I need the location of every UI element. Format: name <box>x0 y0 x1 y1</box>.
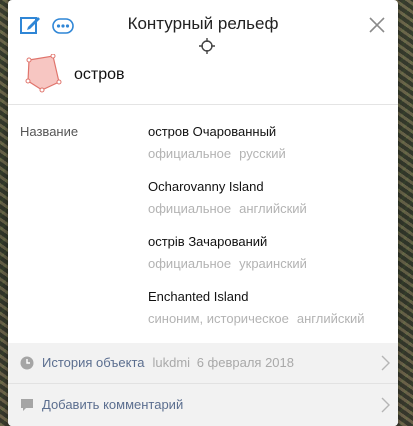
name-value: Enchanted Island <box>148 289 249 304</box>
name-meta: официальное украинский <box>148 256 307 271</box>
feature-category: остров <box>74 66 125 83</box>
history-link[interactable]: История объекта <box>42 355 145 370</box>
name-language: английский <box>296 311 365 326</box>
history-row[interactable]: История объекта lukdmi 6 февраля 2018 <box>8 343 398 383</box>
name-meta: официальное английский <box>148 201 307 216</box>
clock-icon <box>20 356 34 370</box>
history-text: История объекта lukdmi 6 февраля 2018 <box>42 355 294 370</box>
card-title: Контурный рельеф <box>127 14 279 33</box>
name-language: русский <box>239 146 286 161</box>
name-entry: острів Зачарований официальное украинский <box>148 234 307 271</box>
close-icon[interactable] <box>368 16 386 34</box>
name-language: украинский <box>239 256 307 271</box>
chevron-right-icon <box>381 397 390 413</box>
card-header: Контурный рельеф <box>8 0 398 55</box>
comment-text: Добавить комментарий <box>42 397 183 412</box>
crosshair-icon[interactable] <box>198 37 216 55</box>
name-type: официальное <box>148 146 232 161</box>
comment-row[interactable]: Добавить комментарий <box>8 384 398 426</box>
comment-icon <box>21 399 33 411</box>
history-date: 6 февраля 2018 <box>196 355 294 370</box>
name-meta: синоним, историческое английский <box>148 311 365 326</box>
name-language: английский <box>239 201 307 216</box>
name-type: официальное <box>148 201 232 216</box>
name-entry: Enchanted Island синоним, историческое ан… <box>148 289 365 326</box>
divider <box>8 104 398 105</box>
name-entry: Ocharovanny Island официальное английский <box>148 179 307 216</box>
name-entry: остров Очарованный официальное русский <box>148 124 286 161</box>
name-value: остров Очарованный <box>148 124 277 139</box>
polygon-icon <box>25 54 62 93</box>
properties-section: Название остров Очарованный официальное р… <box>8 108 398 340</box>
feature-card: Контурный рельеф остров Название остров … <box>8 0 398 426</box>
add-comment-link[interactable]: Добавить комментарий <box>42 397 183 412</box>
name-type: официальное <box>148 256 232 271</box>
name-type: синоним, историческое <box>148 311 289 326</box>
name-value: острів Зачарований <box>148 234 268 249</box>
chevron-right-icon <box>381 355 390 371</box>
history-user[interactable]: lukdmi <box>153 355 191 370</box>
name-value: Ocharovanny Island <box>148 179 264 194</box>
property-label: Название <box>20 124 79 139</box>
name-meta: официальное русский <box>148 146 286 161</box>
